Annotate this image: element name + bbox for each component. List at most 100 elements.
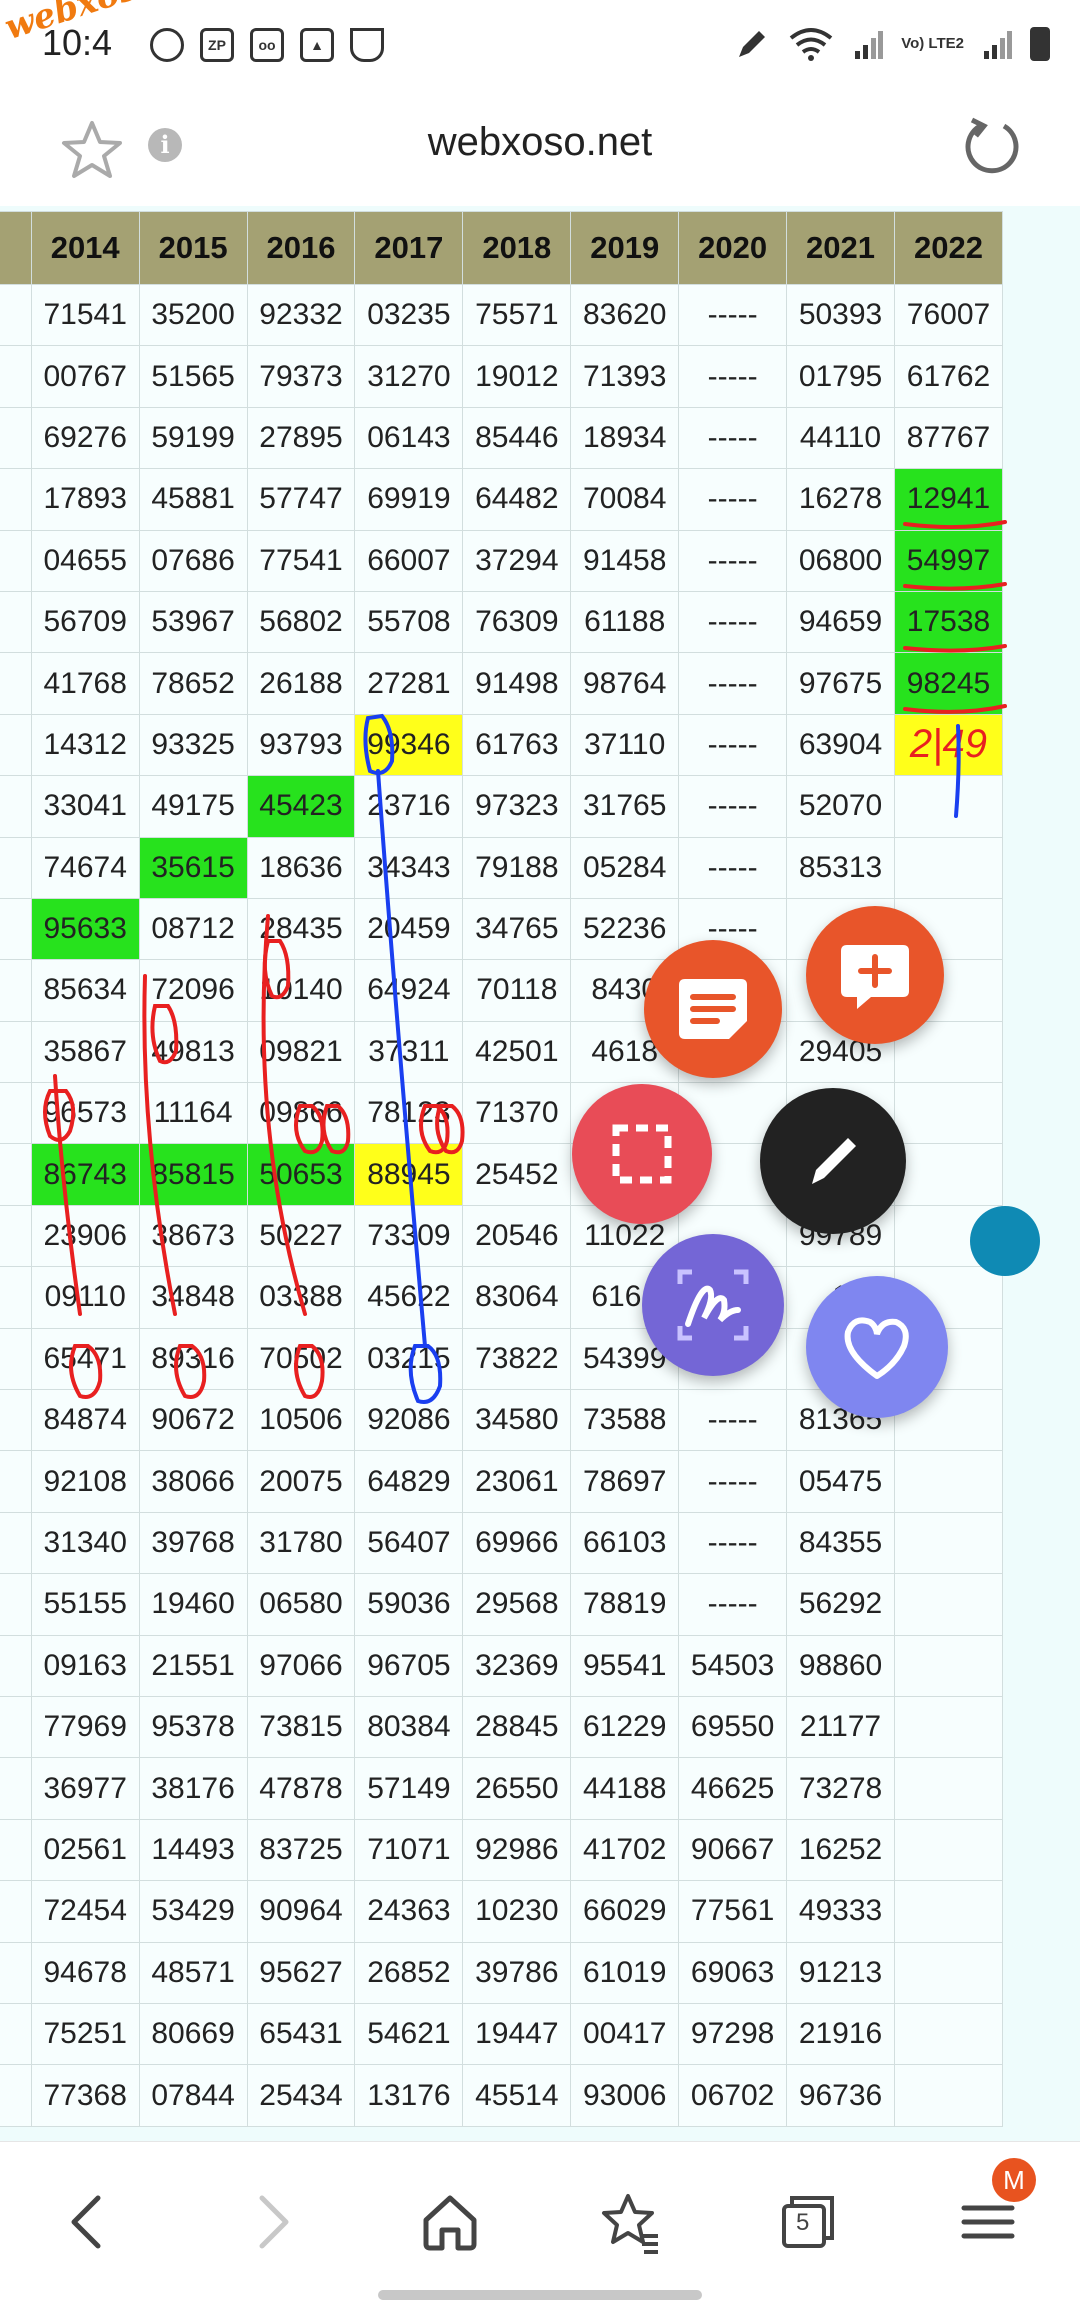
table-cell: 45514: [462, 2064, 572, 2127]
table-cell: 52070: [786, 775, 895, 838]
table-cell: 76007: [893, 283, 1004, 347]
smart-select-button[interactable]: [572, 1084, 712, 1224]
table-cell: 43: [0, 2002, 32, 2066]
table-cell: 03235: [354, 283, 464, 347]
table-row: 9007675156579373312701901271393-----0179…: [0, 345, 1004, 408]
table-cell: [893, 2002, 1004, 2066]
table-cell: 1: [0, 1450, 32, 1513]
url-text[interactable]: webxoso.net: [0, 120, 1080, 165]
table-cell: 73309: [354, 1204, 464, 1268]
table-cell: -----: [678, 468, 788, 531]
table-cell: 64924: [354, 959, 464, 1022]
table-row: 32143129332593793993466176337110-----639…: [0, 713, 1004, 777]
table-cell: 19447: [462, 2002, 572, 2066]
table-cell: 61188: [570, 590, 680, 654]
table-row: 70692765919927895061438544618934-----441…: [0, 406, 1004, 470]
pen-icon: [812, 1138, 856, 1184]
table-cell: 80384: [354, 1695, 464, 1759]
table-cell: -----: [678, 1573, 788, 1636]
table-cell: 27: [0, 2064, 32, 2127]
table-cell: 64482: [462, 468, 572, 531]
reload-icon[interactable]: [962, 116, 1022, 176]
table-cell: 31780: [246, 1511, 356, 1575]
table-cell: 39: [0, 1880, 32, 1943]
message-icon: [150, 28, 184, 62]
back-button[interactable]: [48, 2182, 128, 2262]
bookmark-star-icon: [602, 2194, 658, 2254]
table-cell: 57747: [246, 468, 356, 531]
table-cell: 47: [0, 1634, 32, 1697]
table-cell: 89316: [138, 1327, 248, 1391]
table-cell: -----: [678, 1450, 788, 1513]
table-cell: 39786: [462, 1941, 572, 2004]
table-cell: 01: [0, 1695, 32, 1759]
bookmarks-button[interactable]: [590, 2182, 670, 2262]
signal-icon-2: [984, 31, 1012, 59]
table-cell: 20459: [354, 897, 464, 961]
table-cell: 26550: [462, 1757, 572, 1820]
pen-button[interactable]: [760, 1088, 906, 1234]
table-cell: 78819: [570, 1573, 680, 1636]
table-cell: 73278: [786, 1757, 895, 1820]
table-cell: -----: [678, 590, 788, 654]
create-note-button[interactable]: [806, 906, 944, 1044]
table-cell: 66029: [570, 1880, 680, 1943]
table-cell: 47878: [246, 1757, 356, 1820]
table-cell: [893, 1082, 1004, 1145]
table-cell: 50653: [246, 1143, 356, 1206]
table-cell: 54997: [893, 529, 1004, 592]
table-cell: -----: [678, 652, 788, 715]
table-cell: 59036: [354, 1573, 464, 1636]
screen-write-button[interactable]: [642, 1234, 784, 1376]
table-cell: 77368: [30, 2064, 140, 2127]
table-cell: 26852: [354, 1941, 464, 2004]
table-cell: 71071: [354, 1818, 464, 1882]
gallery-icon: ▲: [300, 28, 334, 62]
table-cell: 38: [0, 1573, 32, 1636]
table-cell: 84355: [786, 1511, 895, 1575]
table-cell: 96573: [30, 1082, 140, 1145]
table-cell: 85634: [30, 959, 140, 1022]
tabs-button[interactable]: 5: [768, 2182, 848, 2262]
table-cell: 10140: [246, 959, 356, 1022]
table-cell: 74674: [30, 836, 140, 899]
table-cell: 09163: [30, 1634, 140, 1697]
table-cell: 93325: [138, 713, 248, 777]
table-cell: 6: [0, 283, 32, 347]
table-row: 4709163215519706696705323699554154503988…: [0, 1634, 1004, 1697]
table-cell: 09821: [246, 1020, 356, 1084]
table-row: 4375251806696543154621194470041797298219…: [0, 2002, 1004, 2066]
gesture-bar[interactable]: [378, 2290, 702, 2300]
edge-panel-handle[interactable]: [970, 1206, 1040, 1276]
table-cell: 23906: [30, 1204, 140, 1268]
table-cell: 97066: [246, 1634, 356, 1697]
table-cell: 90672: [138, 1389, 248, 1452]
forward-button[interactable]: [232, 2182, 312, 2262]
live-message-button[interactable]: [806, 1276, 948, 1418]
table-cell: 04655: [30, 529, 140, 592]
table-row: 0177969953787381580384288456122969550211…: [0, 1695, 1004, 1759]
table-cell: 27895: [246, 406, 356, 470]
home-button[interactable]: [410, 2182, 490, 2262]
table-cell: 23061: [462, 1450, 572, 1513]
table-cell: 52236: [570, 897, 680, 961]
table-row: 97417687865226188272819149898764-----976…: [0, 652, 1004, 715]
table-row: 3036977381764787857149265504418846625732…: [0, 1757, 1004, 1820]
table-cell: 44110: [786, 406, 895, 470]
table-cell: 73822: [462, 1327, 572, 1391]
table-cell: 50227: [246, 1204, 356, 1268]
notes-button[interactable]: [644, 940, 782, 1078]
table-cell: 79188: [462, 836, 572, 899]
table-cell: 92108: [30, 1450, 140, 1513]
table-cell: 1: [0, 775, 32, 838]
column-header: 2016: [246, 211, 356, 285]
results-table-area[interactable]: 3201420152016201720182019202020212022 67…: [0, 206, 1080, 2141]
chevron-left-icon: [71, 2195, 101, 2249]
table-cell: [893, 1818, 1004, 1882]
table-cell: 33041: [30, 775, 140, 838]
table-cell: -----: [678, 775, 788, 838]
table-cell: 48: [0, 1389, 32, 1452]
table-cell: 49333: [786, 1880, 895, 1943]
table-cell: -----: [678, 1511, 788, 1575]
table-cell: 21551: [138, 1634, 248, 1697]
